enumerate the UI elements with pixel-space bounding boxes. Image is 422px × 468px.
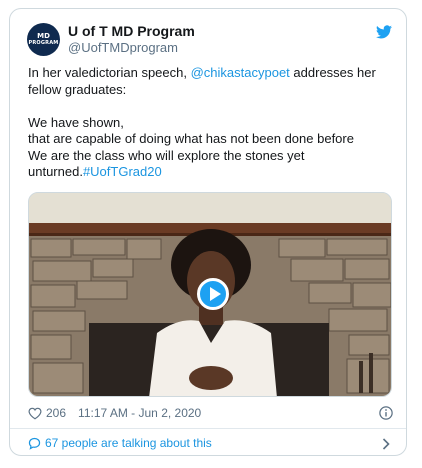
hashtag-link[interactable]: #UofTGrad20 (83, 164, 162, 179)
avatar-text-program: PROGRAM (28, 40, 59, 46)
user-handle[interactable]: @UofTMDprogram (68, 40, 178, 55)
intro-text: In her valedictorian speech, (28, 65, 191, 80)
video-player[interactable] (28, 192, 392, 397)
quote-line: that are capable of doing what has not b… (28, 131, 354, 146)
tweet-card: MD PROGRAM U of T MD Program @UofTMDprog… (9, 8, 407, 456)
like-count[interactable]: 206 (46, 406, 66, 420)
tweet-body: In her valedictorian speech, @chikastacy… (28, 65, 393, 181)
info-icon[interactable] (379, 406, 393, 420)
heart-icon[interactable] (28, 407, 42, 420)
quote-line: We have shown, (28, 114, 124, 130)
conversation-link[interactable]: 67 people are talking about this (28, 434, 392, 452)
quote-line-last: unturned.#UofTGrad20 (28, 164, 393, 181)
tweet-timestamp[interactable]: 11:17 AM - Jun 2, 2020 (78, 406, 201, 420)
chevron-right-icon[interactable] (382, 438, 390, 450)
tweet-intro: In her valedictorian speech, @chikastacy… (28, 65, 393, 98)
avatar[interactable]: MD PROGRAM (27, 23, 60, 56)
avatar-text-md: MD (37, 32, 50, 40)
quote-line: We are the class who will explore the st… (28, 147, 305, 163)
divider (10, 428, 406, 429)
quote-line-end: unturned. (28, 164, 83, 179)
twitter-bird-icon[interactable] (376, 25, 392, 39)
tweet-meta: 206 11:17 AM - Jun 2, 2020 (28, 405, 201, 421)
play-icon[interactable] (197, 278, 229, 310)
comment-bubble-icon (28, 437, 41, 450)
talking-count-text: 67 people are talking about this (45, 436, 212, 450)
display-name[interactable]: U of T MD Program (68, 23, 195, 39)
mention-link[interactable]: @chikastacypoet (191, 65, 290, 80)
